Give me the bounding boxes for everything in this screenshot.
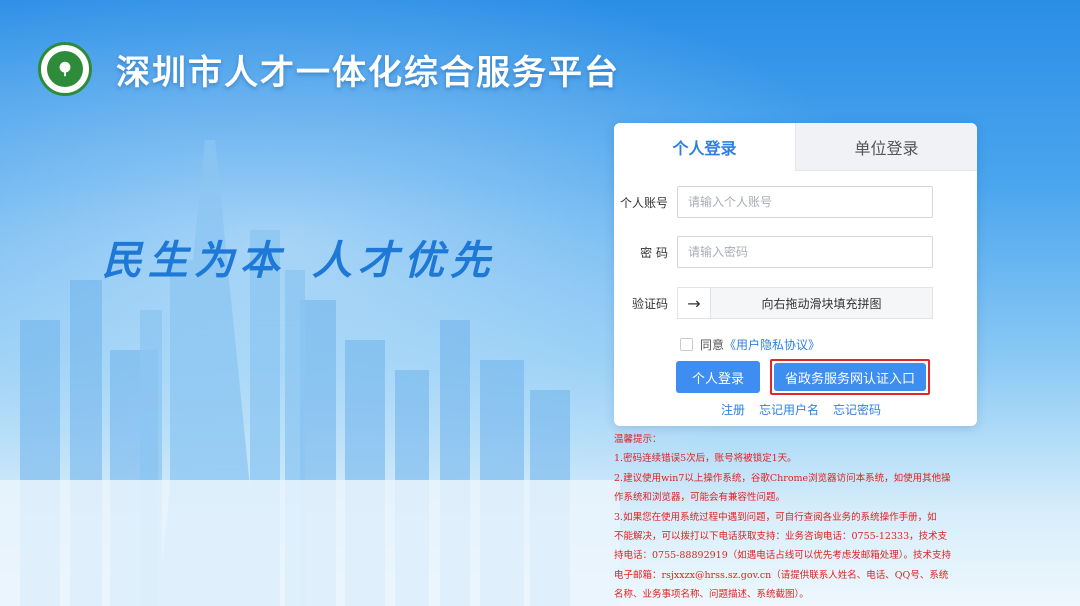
personal-login-button[interactable]: 个人登录 (676, 361, 760, 393)
arrow-right-icon[interactable]: → (678, 288, 711, 318)
slogan-part1: 民生为本 (102, 237, 286, 284)
password-row: 密 码 (614, 236, 933, 268)
account-label: 个人账号 (619, 195, 668, 210)
tab-unit-login[interactable]: 单位登录 (795, 123, 977, 171)
account-row: 个人账号 (614, 186, 933, 218)
notice-panel: 温馨提示： 1.密码连续错误5次后，账号将被锁定1天。 2.建议使用win7以上… (614, 430, 980, 605)
agree-prefix: 同意 (700, 338, 725, 352)
privacy-policy-link[interactable]: 《用户隐私协议》 (724, 336, 820, 353)
notice-line: 持电话：0755-88892919（如遇电话占线可以优先考虑发邮箱处理）。技术支… (614, 550, 951, 562)
forgot-username-link[interactable]: 忘记用户名 (759, 401, 819, 418)
notice-line: 3.如果您在使用系统过程中遇到问题，可自行查阅各业务的系统操作手册，如 (614, 511, 937, 523)
notice-title: 温馨提示： (614, 434, 662, 445)
notice-line: 名称、业务事项名称、问题描述、系统截图）。 (614, 589, 809, 601)
site-title: 深圳市人才一体化综合服务平台 (116, 52, 620, 93)
city-skyline-illustration (0, 140, 620, 606)
captcha-slider[interactable]: → 向右拖动滑块填充拼图 (677, 287, 933, 319)
notice-line: 不能解决，可以拨打以下电话获取支持：业务咨询电话：0755-12333，技术支 (614, 531, 948, 543)
agree-checkbox[interactable] (680, 338, 693, 351)
slogan: 民生为本 人才优先 (102, 228, 496, 286)
tree-emblem-icon (38, 42, 92, 96)
notice-line: 1.密码连续错误5次后，账号将被锁定1天。 (614, 453, 797, 465)
notice-line: 电子邮箱：rsjxxzx@hrss.sz.gov.cn（请提供联系人姓名、电话、… (614, 569, 949, 581)
register-link[interactable]: 注册 (721, 401, 745, 418)
notice-line: 2.建议使用win7以上操作系统，谷歌Chrome浏览器访问本系统，如使用其他操 (614, 472, 951, 484)
notice-line: 作系统和浏览器，可能会有兼容性问题。 (614, 492, 786, 504)
login-card: 个人登录 单位登录 个人账号 密 码 验证码 → 向右拖动滑块填充拼图 同意 《… (614, 123, 977, 426)
password-label: 密 码 (640, 245, 668, 260)
login-buttons: 个人登录 省政务服务网认证入口 (676, 359, 930, 395)
gov-auth-button[interactable]: 省政务服务网认证入口 (774, 363, 926, 391)
forgot-password-link[interactable]: 忘记密码 (833, 401, 881, 418)
site-header: 深圳市人才一体化综合服务平台 (38, 40, 620, 98)
account-links: 注册 忘记用户名 忘记密码 (721, 401, 895, 418)
gov-auth-highlight: 省政务服务网认证入口 (770, 359, 930, 395)
login-tabs: 个人登录 单位登录 (614, 123, 977, 171)
slogan-part2: 人才优先 (312, 237, 496, 284)
tab-personal-login[interactable]: 个人登录 (614, 123, 795, 171)
captcha-row: 验证码 → 向右拖动滑块填充拼图 (614, 287, 933, 319)
password-input[interactable] (677, 236, 933, 268)
account-input[interactable] (677, 186, 933, 218)
captcha-label: 验证码 (631, 296, 668, 311)
privacy-agreement: 同意 《用户隐私协议》 (680, 336, 820, 353)
captcha-hint: 向右拖动滑块填充拼图 (761, 296, 882, 311)
